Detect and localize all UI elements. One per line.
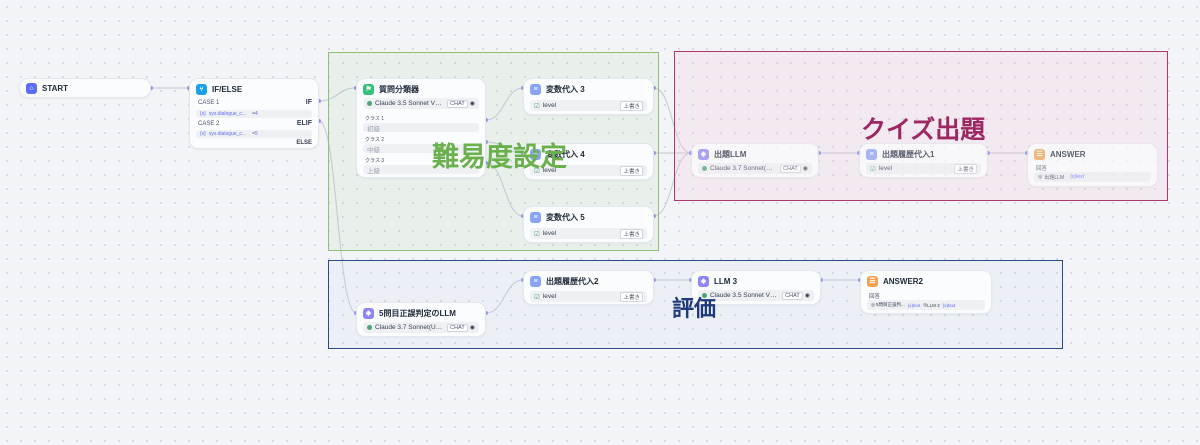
case-label: CASE 2 — [198, 121, 220, 127]
quiz-history-node[interactable]: ≡ 出題履歴代入1 ☑ level 上書き — [859, 143, 988, 178]
ref-var: text — [947, 302, 956, 308]
home-icon: ⌂ — [26, 83, 37, 94]
operation-tag: 上書き — [620, 165, 643, 176]
llm-icon: ◈ — [698, 149, 709, 160]
class-name: クラス 2 — [365, 137, 385, 143]
quiz-llm-node[interactable]: ◈ 出題LLM Claude 3.7 Sonnet(US... CHAT ◉ — [691, 143, 819, 178]
eye-icon: ◉ — [469, 101, 475, 107]
variable-name: level — [542, 230, 557, 237]
eye-icon: ◉ — [802, 166, 808, 172]
node-title: 出題履歴代入1 — [882, 150, 935, 159]
condition-row[interactable]: {x} sys.dialogue_c... = 5 — [196, 130, 312, 138]
answer-refs[interactable]: ◎ 出題LLM {x} text — [1034, 172, 1151, 182]
model-selector[interactable]: Claude 3.7 Sonnet(US... CHAT ◉ — [698, 163, 812, 174]
node-title: START — [42, 84, 69, 93]
answer2-node[interactable]: ☰ ANSWER2 回答 ◎ 5問目正誤判... {x} text ◎ LLM 3 {x… — [860, 270, 992, 314]
answer-refs[interactable]: ◎ 5問目正誤判... {x} text ◎ LLM 3 {x} text — [867, 300, 985, 310]
judge-llm-node[interactable]: ◈ 5問目正誤判定のLLM Claude 3.7 Sonnet(US... CHA… — [356, 302, 486, 337]
node-title: LLM 3 — [714, 277, 738, 286]
mode-tag: CHAT — [782, 291, 803, 300]
assignment-row[interactable]: ☑ level 上書き — [530, 291, 647, 302]
node-title: 5問目正誤判定のLLM — [379, 309, 456, 318]
node-title: 質問分類器 — [379, 85, 419, 94]
ref-var: text — [912, 302, 921, 308]
variable-icon: ≡ — [866, 149, 877, 160]
model-name: Claude 3.5 Sonnet V2(... — [710, 292, 780, 299]
assign5-node[interactable]: ≡ 変数代入 5 ☑ level 上書き — [523, 206, 654, 243]
case-label: CASE 1 — [198, 100, 220, 106]
mode-tag: CHAT — [447, 323, 468, 332]
ifelse-node[interactable]: ⑂ IF/ELSE CASE 1 IF {x} sys.dialogue_c...… — [189, 78, 319, 149]
operation-tag: 上書き — [620, 100, 643, 111]
variable-icon: ≡ — [530, 276, 541, 287]
condition-value: 5 — [255, 131, 258, 137]
condition-variable: sys.dialogue_c... — [208, 131, 247, 137]
condition-variable: sys.dialogue_c... — [208, 111, 247, 117]
mode-tag: CHAT — [447, 99, 468, 108]
ref-node: 出題LLM — [1044, 174, 1065, 181]
assignment-row[interactable]: ☑ level 上書き — [866, 163, 981, 174]
eval-group-label: 評価 — [672, 296, 717, 321]
llm-icon: ◈ — [363, 308, 374, 319]
class-value: 初級 — [363, 123, 479, 132]
quiz-group-label: クイズ出題 — [861, 116, 986, 144]
model-status-icon — [702, 166, 707, 171]
assign3-node[interactable]: ≡ 変数代入 3 ☑ level 上書き — [523, 78, 654, 115]
ref-node: LLM 3 — [927, 302, 940, 308]
answer-icon: ☰ — [867, 276, 878, 287]
llm-icon: ◈ — [698, 276, 709, 287]
variable-icon: ≡ — [530, 212, 541, 223]
case-keyword: IF — [305, 99, 312, 106]
ref-node: 5問目正誤判... — [875, 302, 905, 307]
assignment-row[interactable]: ☑ level 上書き — [530, 228, 647, 239]
node-title: 出題LLM — [714, 150, 747, 159]
node-title: 変数代入 3 — [546, 85, 585, 94]
variable-name: level — [878, 165, 893, 172]
difficulty-group-label: 難易度設定 — [432, 142, 567, 172]
node-title: IF/ELSE — [212, 85, 243, 94]
condition-row[interactable]: {x} sys.dialogue_c... = 4 — [196, 110, 312, 118]
operation-tag: 上書き — [620, 228, 643, 239]
operation-tag: 上書き — [620, 291, 643, 302]
node-title: ANSWER2 — [883, 277, 924, 286]
case-keyword: ELIF — [296, 120, 312, 127]
operation-tag: 上書き — [954, 163, 977, 174]
node-title: 変数代入 5 — [546, 213, 585, 222]
model-status-icon — [367, 101, 372, 106]
history2-node[interactable]: ≡ 出題履歴代入2 ☑ level 上書き — [523, 270, 654, 305]
answer-label: 回答 — [1036, 166, 1048, 172]
condition-value: 4 — [255, 111, 258, 117]
class-name: クラス 3 — [365, 158, 385, 164]
answer-icon: ☰ — [1034, 149, 1045, 160]
branch-icon: ⑂ — [196, 84, 207, 95]
model-name: Claude 3.7 Sonnet(US... — [375, 324, 445, 331]
answer-label: 回答 — [869, 294, 881, 300]
start-node[interactable]: ⌂ START — [19, 78, 151, 98]
variable-name: level — [542, 102, 557, 109]
model-name: Claude 3.5 Sonnet V2(... — [375, 100, 445, 107]
class-name: クラス 1 — [365, 116, 385, 122]
node-title: ANSWER — [1050, 150, 1086, 159]
model-name: Claude 3.7 Sonnet(US... — [710, 165, 778, 172]
variable-icon: ≡ — [530, 84, 541, 95]
assignment-row[interactable]: ☑ level 上書き — [530, 100, 647, 111]
answer-node[interactable]: ☰ ANSWER 回答 ◎ 出題LLM {x} text — [1027, 143, 1158, 187]
classifier-icon: ⚑ — [363, 84, 374, 95]
eye-icon: ◉ — [469, 325, 475, 331]
model-selector[interactable]: Claude 3.7 Sonnet(US... CHAT ◉ — [363, 322, 479, 333]
eye-icon: ◉ — [804, 293, 810, 299]
model-selector[interactable]: Claude 3.5 Sonnet V2(... CHAT ◉ — [363, 98, 479, 109]
model-status-icon — [367, 325, 372, 330]
ref-var: text — [1075, 174, 1085, 180]
node-title: 出題履歴代入2 — [546, 277, 599, 286]
variable-name: level — [542, 293, 557, 300]
mode-tag: CHAT — [780, 164, 801, 173]
else-keyword: ELSE — [296, 140, 312, 146]
